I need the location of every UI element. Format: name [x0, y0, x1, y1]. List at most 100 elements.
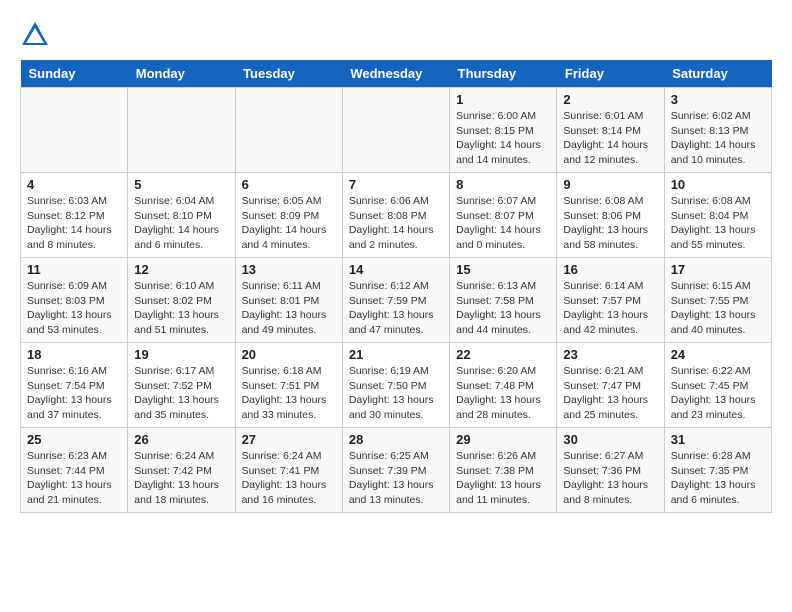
- day-number: 7: [349, 177, 443, 192]
- day-number: 1: [456, 92, 550, 107]
- calendar-cell: 21 Sunrise: 6:19 AM Sunset: 7:50 PM Dayli…: [342, 343, 449, 428]
- calendar-cell: [342, 88, 449, 173]
- day-info: Sunrise: 6:04 AM Sunset: 8:10 PM Dayligh…: [134, 194, 228, 253]
- calendar-cell: 9 Sunrise: 6:08 AM Sunset: 8:06 PM Daylig…: [557, 173, 664, 258]
- day-number: 19: [134, 347, 228, 362]
- day-info: Sunrise: 6:01 AM Sunset: 8:14 PM Dayligh…: [563, 109, 657, 168]
- day-info: Sunrise: 6:03 AM Sunset: 8:12 PM Dayligh…: [27, 194, 121, 253]
- day-number: 22: [456, 347, 550, 362]
- day-info: Sunrise: 6:11 AM Sunset: 8:01 PM Dayligh…: [242, 279, 336, 338]
- calendar-cell: 26 Sunrise: 6:24 AM Sunset: 7:42 PM Dayli…: [128, 428, 235, 513]
- weekday-header-friday: Friday: [557, 60, 664, 88]
- day-number: 31: [671, 432, 765, 447]
- calendar-cell: 23 Sunrise: 6:21 AM Sunset: 7:47 PM Dayli…: [557, 343, 664, 428]
- weekday-header-monday: Monday: [128, 60, 235, 88]
- day-info: Sunrise: 6:19 AM Sunset: 7:50 PM Dayligh…: [349, 364, 443, 423]
- day-info: Sunrise: 6:16 AM Sunset: 7:54 PM Dayligh…: [27, 364, 121, 423]
- day-info: Sunrise: 6:21 AM Sunset: 7:47 PM Dayligh…: [563, 364, 657, 423]
- calendar-cell: [235, 88, 342, 173]
- day-number: 9: [563, 177, 657, 192]
- week-row-2: 4 Sunrise: 6:03 AM Sunset: 8:12 PM Daylig…: [21, 173, 772, 258]
- week-row-3: 11Sunrise: 6:09 AM Sunset: 8:03 PM Dayli…: [21, 258, 772, 343]
- day-info: Sunrise: 6:07 AM Sunset: 8:07 PM Dayligh…: [456, 194, 550, 253]
- day-info: Sunrise: 6:28 AM Sunset: 7:35 PM Dayligh…: [671, 449, 765, 508]
- week-row-5: 25Sunrise: 6:23 AM Sunset: 7:44 PM Dayli…: [21, 428, 772, 513]
- day-number: 17: [671, 262, 765, 277]
- day-info: Sunrise: 6:24 AM Sunset: 7:41 PM Dayligh…: [242, 449, 336, 508]
- calendar-cell: 17 Sunrise: 6:15 AM Sunset: 7:55 PM Dayli…: [664, 258, 771, 343]
- week-row-1: 1 Sunrise: 6:00 AM Sunset: 8:15 PM Daylig…: [21, 88, 772, 173]
- day-info: Sunrise: 6:13 AM Sunset: 7:58 PM Dayligh…: [456, 279, 550, 338]
- day-number: 13: [242, 262, 336, 277]
- day-number: 15: [456, 262, 550, 277]
- calendar-cell: 16 Sunrise: 6:14 AM Sunset: 7:57 PM Dayli…: [557, 258, 664, 343]
- calendar-cell: 10Sunrise: 6:08 AM Sunset: 8:04 PM Dayli…: [664, 173, 771, 258]
- calendar-cell: 3Sunrise: 6:02 AM Sunset: 8:13 PM Daylig…: [664, 88, 771, 173]
- calendar-cell: 29 Sunrise: 6:26 AM Sunset: 7:38 PM Dayli…: [450, 428, 557, 513]
- day-number: 4: [27, 177, 121, 192]
- calendar-cell: 28Sunrise: 6:25 AM Sunset: 7:39 PM Dayli…: [342, 428, 449, 513]
- day-info: Sunrise: 6:22 AM Sunset: 7:45 PM Dayligh…: [671, 364, 765, 423]
- day-info: Sunrise: 6:24 AM Sunset: 7:42 PM Dayligh…: [134, 449, 228, 508]
- weekday-header-sunday: Sunday: [21, 60, 128, 88]
- day-number: 28: [349, 432, 443, 447]
- calendar-cell: 31 Sunrise: 6:28 AM Sunset: 7:35 PM Dayli…: [664, 428, 771, 513]
- day-number: 8: [456, 177, 550, 192]
- day-info: Sunrise: 6:08 AM Sunset: 8:06 PM Dayligh…: [563, 194, 657, 253]
- weekday-header-tuesday: Tuesday: [235, 60, 342, 88]
- weekday-header-thursday: Thursday: [450, 60, 557, 88]
- day-number: 24: [671, 347, 765, 362]
- calendar-cell: 13 Sunrise: 6:11 AM Sunset: 8:01 PM Dayli…: [235, 258, 342, 343]
- day-info: Sunrise: 6:26 AM Sunset: 7:38 PM Dayligh…: [456, 449, 550, 508]
- calendar-cell: 27 Sunrise: 6:24 AM Sunset: 7:41 PM Dayli…: [235, 428, 342, 513]
- weekday-header-row: SundayMondayTuesdayWednesdayThursdayFrid…: [21, 60, 772, 88]
- calendar-cell: [21, 88, 128, 173]
- logo: [20, 20, 54, 50]
- day-info: Sunrise: 6:06 AM Sunset: 8:08 PM Dayligh…: [349, 194, 443, 253]
- calendar-cell: 4 Sunrise: 6:03 AM Sunset: 8:12 PM Daylig…: [21, 173, 128, 258]
- logo-icon: [20, 20, 50, 50]
- calendar-cell: 6Sunrise: 6:05 AM Sunset: 8:09 PM Daylig…: [235, 173, 342, 258]
- calendar-cell: 2 Sunrise: 6:01 AM Sunset: 8:14 PM Daylig…: [557, 88, 664, 173]
- day-number: 26: [134, 432, 228, 447]
- week-row-4: 18 Sunrise: 6:16 AM Sunset: 7:54 PM Dayli…: [21, 343, 772, 428]
- day-number: 16: [563, 262, 657, 277]
- day-info: Sunrise: 6:27 AM Sunset: 7:36 PM Dayligh…: [563, 449, 657, 508]
- calendar-cell: 30 Sunrise: 6:27 AM Sunset: 7:36 PM Dayli…: [557, 428, 664, 513]
- day-info: Sunrise: 6:17 AM Sunset: 7:52 PM Dayligh…: [134, 364, 228, 423]
- page-header: [20, 20, 772, 50]
- day-number: 30: [563, 432, 657, 447]
- calendar-cell: 11Sunrise: 6:09 AM Sunset: 8:03 PM Dayli…: [21, 258, 128, 343]
- calendar-table: SundayMondayTuesdayWednesdayThursdayFrid…: [20, 60, 772, 513]
- day-number: 2: [563, 92, 657, 107]
- day-number: 27: [242, 432, 336, 447]
- calendar-cell: [128, 88, 235, 173]
- day-number: 29: [456, 432, 550, 447]
- calendar-cell: 15 Sunrise: 6:13 AM Sunset: 7:58 PM Dayli…: [450, 258, 557, 343]
- calendar-cell: 25Sunrise: 6:23 AM Sunset: 7:44 PM Dayli…: [21, 428, 128, 513]
- weekday-header-wednesday: Wednesday: [342, 60, 449, 88]
- calendar-cell: 24 Sunrise: 6:22 AM Sunset: 7:45 PM Dayli…: [664, 343, 771, 428]
- day-info: Sunrise: 6:14 AM Sunset: 7:57 PM Dayligh…: [563, 279, 657, 338]
- day-info: Sunrise: 6:00 AM Sunset: 8:15 PM Dayligh…: [456, 109, 550, 168]
- day-number: 21: [349, 347, 443, 362]
- day-info: Sunrise: 6:02 AM Sunset: 8:13 PM Dayligh…: [671, 109, 765, 168]
- day-number: 23: [563, 347, 657, 362]
- day-number: 6: [242, 177, 336, 192]
- day-info: Sunrise: 6:18 AM Sunset: 7:51 PM Dayligh…: [242, 364, 336, 423]
- calendar-cell: 20 Sunrise: 6:18 AM Sunset: 7:51 PM Dayli…: [235, 343, 342, 428]
- day-info: Sunrise: 6:08 AM Sunset: 8:04 PM Dayligh…: [671, 194, 765, 253]
- day-number: 12: [134, 262, 228, 277]
- day-info: Sunrise: 6:12 AM Sunset: 7:59 PM Dayligh…: [349, 279, 443, 338]
- calendar-cell: 7 Sunrise: 6:06 AM Sunset: 8:08 PM Daylig…: [342, 173, 449, 258]
- day-number: 18: [27, 347, 121, 362]
- day-info: Sunrise: 6:10 AM Sunset: 8:02 PM Dayligh…: [134, 279, 228, 338]
- day-info: Sunrise: 6:20 AM Sunset: 7:48 PM Dayligh…: [456, 364, 550, 423]
- day-info: Sunrise: 6:15 AM Sunset: 7:55 PM Dayligh…: [671, 279, 765, 338]
- calendar-cell: 22 Sunrise: 6:20 AM Sunset: 7:48 PM Dayli…: [450, 343, 557, 428]
- day-number: 25: [27, 432, 121, 447]
- calendar-cell: 1 Sunrise: 6:00 AM Sunset: 8:15 PM Daylig…: [450, 88, 557, 173]
- day-number: 20: [242, 347, 336, 362]
- day-number: 14: [349, 262, 443, 277]
- weekday-header-saturday: Saturday: [664, 60, 771, 88]
